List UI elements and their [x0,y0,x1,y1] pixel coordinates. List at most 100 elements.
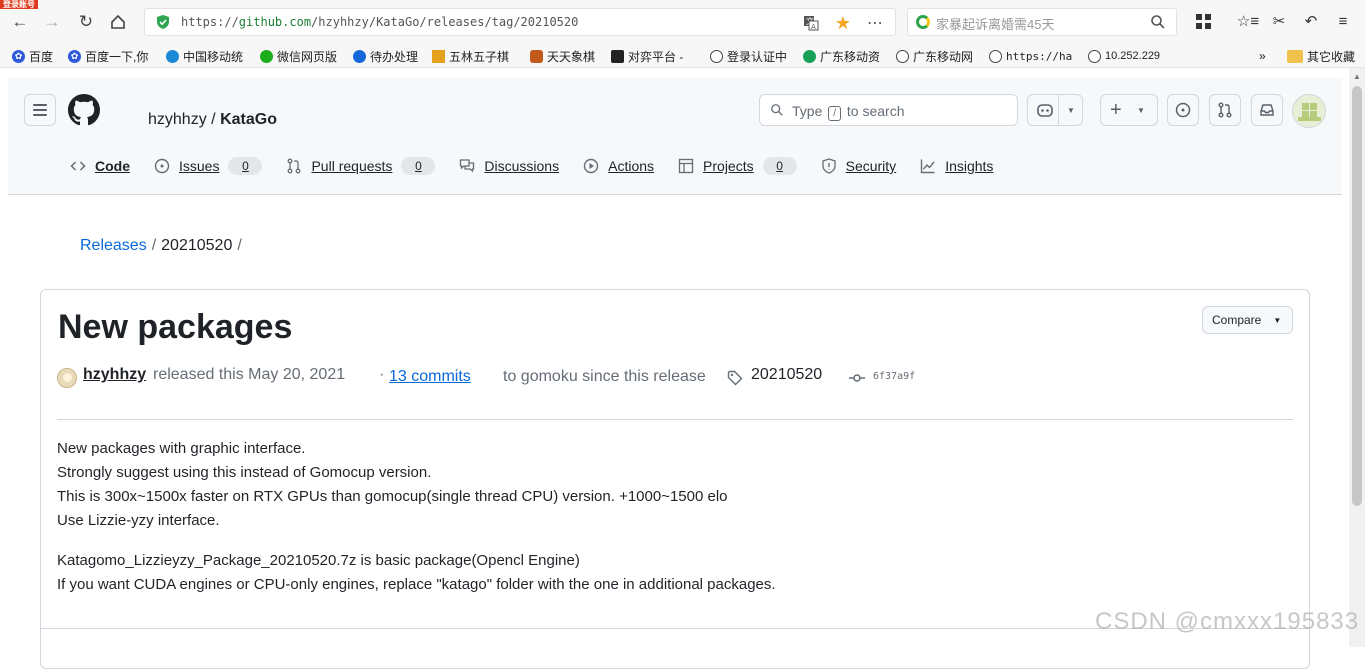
folder-icon [1287,49,1303,63]
bookmark-item[interactable]: 10.252.229 [1088,47,1160,65]
chess-icon [530,49,543,63]
bookmark-item[interactable]: ✿ 百度 [12,47,53,65]
bookmark-item[interactable]: 天天象棋 [530,47,595,65]
tab-actions[interactable]: Actions [583,158,654,174]
notes-line: Katagomo_Lizzieyzy_Package_20210520.7z i… [57,552,580,569]
table-icon [678,158,694,174]
forward-button[interactable]: → [40,10,64,34]
page-scrollbar[interactable]: ▲ [1349,68,1365,647]
compare-button[interactable]: Compare ▼ [1202,306,1293,334]
user-avatar[interactable] [1292,94,1326,128]
bookmark-item[interactable]: 待办处理 [353,47,418,65]
reload-button[interactable]: ↻ [74,10,98,34]
repo-owner-link[interactable]: hzyhhzy [148,111,207,128]
tag-link[interactable]: 20210520 [751,366,822,384]
browser-search-box[interactable]: 家暴起诉离婚需45天 [907,8,1177,36]
scroll-up-arrow-icon[interactable]: ▲ [1353,72,1361,81]
bookmark-item[interactable]: 微信网页版 [260,47,337,65]
bookmark-item[interactable]: 广东移动网 [896,47,973,65]
tab-discussions[interactable]: Discussions [459,158,559,174]
inbox-button[interactable] [1251,94,1283,126]
notes-paragraph: Katagomo_Lizzieyzy_Package_20210520.7z i… [57,549,776,597]
globe-icon [896,49,909,63]
commits-link[interactable]: 13 commits [389,368,471,386]
tab-security[interactable]: Security [821,158,896,174]
bookmark-label: 广东移动资 [820,49,881,64]
bookmark-item[interactable]: 五林五子棋 [432,47,509,65]
bookmarks-overflow-button[interactable]: » [1259,47,1266,65]
bookmark-label: 待办处理 [370,49,419,64]
release-breadcrumb: Releases/20210520/ [80,237,247,255]
play-icon [583,158,599,174]
pull-requests-button[interactable] [1209,94,1241,126]
tab-projects[interactable]: Projects 0 [678,157,797,175]
copilot-button[interactable]: ▼ [1027,94,1083,126]
scrollbar-thumb[interactable] [1352,86,1362,506]
address-bar[interactable]: https://github.com/hzyhhzy/KataGo/releas… [144,8,896,36]
url-path: /hzyhhzy/KataGo/releases/tag/20210520 [311,15,579,29]
bookmark-item[interactable]: https://ha [989,47,1072,65]
author-link[interactable]: hzyhhzy [83,366,146,384]
bookmark-item[interactable]: 中国移动统 [166,47,243,65]
search-icon[interactable] [1150,14,1166,30]
hamburger-menu-button[interactable] [24,94,56,126]
gomoku-icon [432,49,445,63]
plus-icon: + [1110,98,1122,121]
repo-name-link[interactable]: KataGo [220,111,277,128]
inbox-icon [1260,104,1274,116]
tab-counter: 0 [228,157,263,175]
tab-insights[interactable]: Insights [920,158,993,174]
create-new-button[interactable]: + ▼ [1100,94,1158,126]
bookmark-item[interactable]: ✿ 百度一下,你 [68,47,148,65]
favorites-list-icon[interactable]: ☆≡ [1237,10,1259,32]
back-button[interactable]: ← [8,10,32,34]
bookmark-label: 百度一下,你 [85,49,149,64]
commit-sha-link[interactable]: 6f37a9f [873,371,915,382]
bookmark-label: 对弈平台 - [628,49,684,64]
more-icon[interactable]: ⋯ [866,14,884,32]
translate-icon[interactable]: 文A [802,14,820,32]
issue-icon [1175,102,1191,118]
screenshot-scissors-icon[interactable]: ✂ [1268,10,1290,32]
bookmarks-bar: ✿ 百度 ✿ 百度一下,你 中国移动统 微信网页版 待办处理 五林五子棋 天天象棋 … [0,44,1365,68]
search-engine-icon [916,15,930,29]
bookmark-star-icon[interactable]: ★ [834,13,852,33]
csdn-watermark: CSDN @cmxxx195833 [1095,608,1360,635]
github-logo-icon[interactable] [68,94,100,126]
tab-label: Code [95,158,130,174]
bookmark-item[interactable]: 对弈平台 - [611,47,683,65]
meta-dot: · [379,366,385,383]
search-icon [771,104,783,116]
repo-nav-tabs: Code Issues 0 Pull requests 0 Discussion… [70,155,1017,177]
notes-line: If you want CUDA engines or CPU-only eng… [57,576,776,593]
commit-icon [849,374,865,382]
globe-icon [989,49,1002,63]
breadcrumb-current: 20210520 [161,237,233,254]
apps-grid-icon[interactable] [1192,10,1214,32]
menu-icon[interactable]: ≡ [1332,10,1354,32]
home-button[interactable] [106,10,130,34]
bookmark-label: https://ha [1006,49,1073,63]
bookmark-item[interactable]: 广东移动资 [803,47,880,65]
undo-icon[interactable]: ↶ [1300,10,1322,32]
releases-link[interactable]: Releases [80,237,147,254]
baidu-paw-icon: ✿ [68,49,81,63]
login-badge[interactable]: 登录账号 [0,0,38,9]
tab-counter: 0 [401,157,436,175]
game-platform-icon [611,49,624,63]
tab-pull-requests[interactable]: Pull requests 0 [286,157,436,175]
github-search-input[interactable]: Type / to search [759,94,1018,126]
notes-line: Strongly suggest using this instead of G… [57,464,432,481]
issues-button[interactable] [1167,94,1199,126]
tab-label: Pull requests [311,158,393,174]
bookmark-item[interactable]: 登录认证中 [710,47,787,65]
tab-label: Insights [945,158,994,174]
release-date: released this May 20, 2021 [153,366,346,383]
author-avatar[interactable] [57,368,77,388]
tab-code[interactable]: Code [70,158,130,174]
notes-line: New packages with graphic interface. [57,440,306,457]
wechat-icon [260,49,273,63]
tab-issues[interactable]: Issues 0 [154,157,263,175]
url-text[interactable]: https://github.com/hzyhhzy/KataGo/releas… [181,15,578,29]
other-bookmarks-folder[interactable]: 其它收藏 [1287,47,1355,65]
